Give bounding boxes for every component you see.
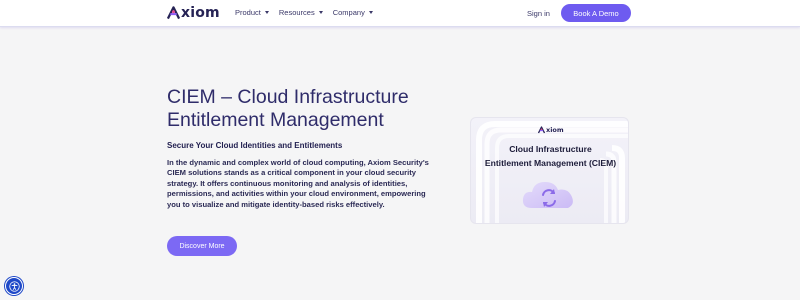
brand-logo[interactable]: xiom bbox=[167, 4, 220, 22]
ciem-feature-card: xiom Cloud Infrastructure Entitlement Ma… bbox=[470, 117, 629, 224]
axiom-logo-icon bbox=[538, 126, 545, 134]
axiom-logo-icon bbox=[167, 6, 180, 20]
page-title: CIEM – Cloud Infrastructure Entitlement … bbox=[167, 86, 409, 131]
top-navbar: xiom Product Resources Company Sign in B… bbox=[0, 0, 800, 27]
hero-description: In the dynamic and complex world of clou… bbox=[167, 158, 429, 209]
chevron-down-icon bbox=[318, 11, 323, 14]
card-logo-text: xiom bbox=[546, 126, 564, 134]
book-demo-button[interactable]: Book A Demo bbox=[561, 4, 631, 22]
nav-resources[interactable]: Resources bbox=[279, 8, 323, 17]
nav-product[interactable]: Product bbox=[235, 8, 269, 17]
nav-company[interactable]: Company bbox=[333, 8, 373, 17]
accessibility-button[interactable] bbox=[5, 277, 23, 295]
main-menu: Product Resources Company bbox=[235, 8, 383, 17]
discover-more-button[interactable]: Discover More bbox=[167, 236, 237, 256]
sign-in-link[interactable]: Sign in bbox=[527, 9, 550, 18]
card-logo: xiom bbox=[538, 126, 564, 134]
card-title: Cloud Infrastructure Entitlement Managem… bbox=[471, 142, 628, 170]
brand-name: xiom bbox=[181, 5, 220, 21]
card-title-line-1: Cloud Infrastructure bbox=[509, 144, 592, 154]
hero-subtitle: Secure Your Cloud Identities and Entitle… bbox=[167, 141, 343, 150]
accessibility-icon bbox=[8, 280, 20, 292]
card-title-line-2: Entitlement Management (CIEM) bbox=[484, 158, 617, 168]
nav-resources-label: Resources bbox=[278, 8, 315, 17]
chevron-down-icon bbox=[368, 11, 373, 14]
cloud-sync-icon bbox=[522, 182, 573, 208]
nav-product-label: Product bbox=[235, 8, 261, 17]
chevron-down-icon bbox=[264, 11, 269, 14]
nav-company-label: Company bbox=[332, 8, 365, 17]
